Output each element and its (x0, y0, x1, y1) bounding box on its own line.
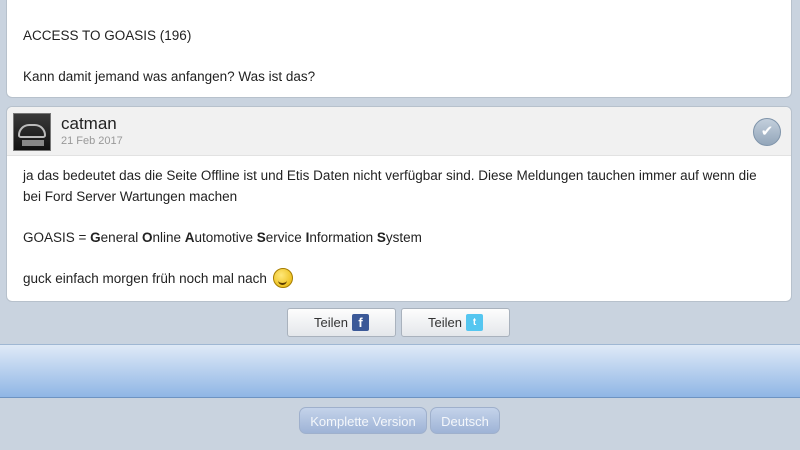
post-author[interactable]: catman (61, 114, 117, 134)
previous-post-card: … ACCESS TO GOASIS (196) Kann damit jema… (6, 0, 792, 98)
reply-post-card: catman 21 Feb 2017 ✔ ja das bedeutet das… (6, 106, 792, 302)
post-paragraph-1: ja das bedeutet das die Seite Offline is… (23, 168, 757, 204)
full-version-button[interactable]: Komplette Version (299, 407, 427, 434)
avatar-image-base (22, 140, 44, 146)
goasis-initial: O (141, 229, 153, 245)
goasis-word-rest: nformation (309, 229, 377, 245)
like-button[interactable]: ✔ (753, 118, 781, 146)
avatar[interactable] (13, 113, 51, 151)
post-header: catman 21 Feb 2017 ✔ (7, 107, 791, 156)
language-button[interactable]: Deutsch (430, 407, 500, 434)
goasis-word-rest: ervice (265, 229, 306, 245)
twitter-icon: t (465, 314, 483, 332)
avatar-image-shape (18, 124, 46, 138)
facebook-icon: f (351, 314, 369, 332)
goasis-initial: A (184, 229, 195, 245)
goasis-initial: S (256, 229, 266, 245)
goasis-prefix: GOASIS = (23, 229, 91, 245)
previous-post-question-line: Kann damit jemand was anfangen? Was ist … (23, 69, 316, 84)
share-twitter-button[interactable]: Teilen t (401, 308, 510, 337)
goasis-word-rest: utomotive (194, 229, 257, 245)
post-date: 21 Feb 2017 (61, 135, 123, 147)
share-twitter-label: Teilen (428, 315, 462, 330)
checkmark-icon: ✔ (760, 123, 774, 140)
previous-post-access-line: ACCESS TO GOASIS (196) (23, 28, 192, 43)
post-paragraph-3-text: guck einfach morgen früh noch mal nach (23, 270, 267, 286)
goasis-word-rest: nline (152, 229, 185, 245)
goasis-initial: S (376, 229, 386, 245)
footer-band (0, 344, 800, 398)
goasis-word-rest: ystem (385, 229, 422, 245)
post-paragraph-goasis: GOASIS = General Online Automotive Servi… (23, 228, 775, 249)
previous-post-cut-line: … (23, 0, 37, 3)
goasis-word-rest: eneral (100, 229, 142, 245)
post-body: ja das bedeutet das die Seite Offline is… (7, 156, 791, 289)
goasis-initial: G (90, 229, 101, 245)
post-paragraph-3: guck einfach morgen früh noch mal nach (23, 267, 775, 290)
share-facebook-label: Teilen (314, 315, 348, 330)
share-facebook-button[interactable]: Teilen f (287, 308, 396, 337)
wink-smiley-icon (272, 267, 293, 288)
